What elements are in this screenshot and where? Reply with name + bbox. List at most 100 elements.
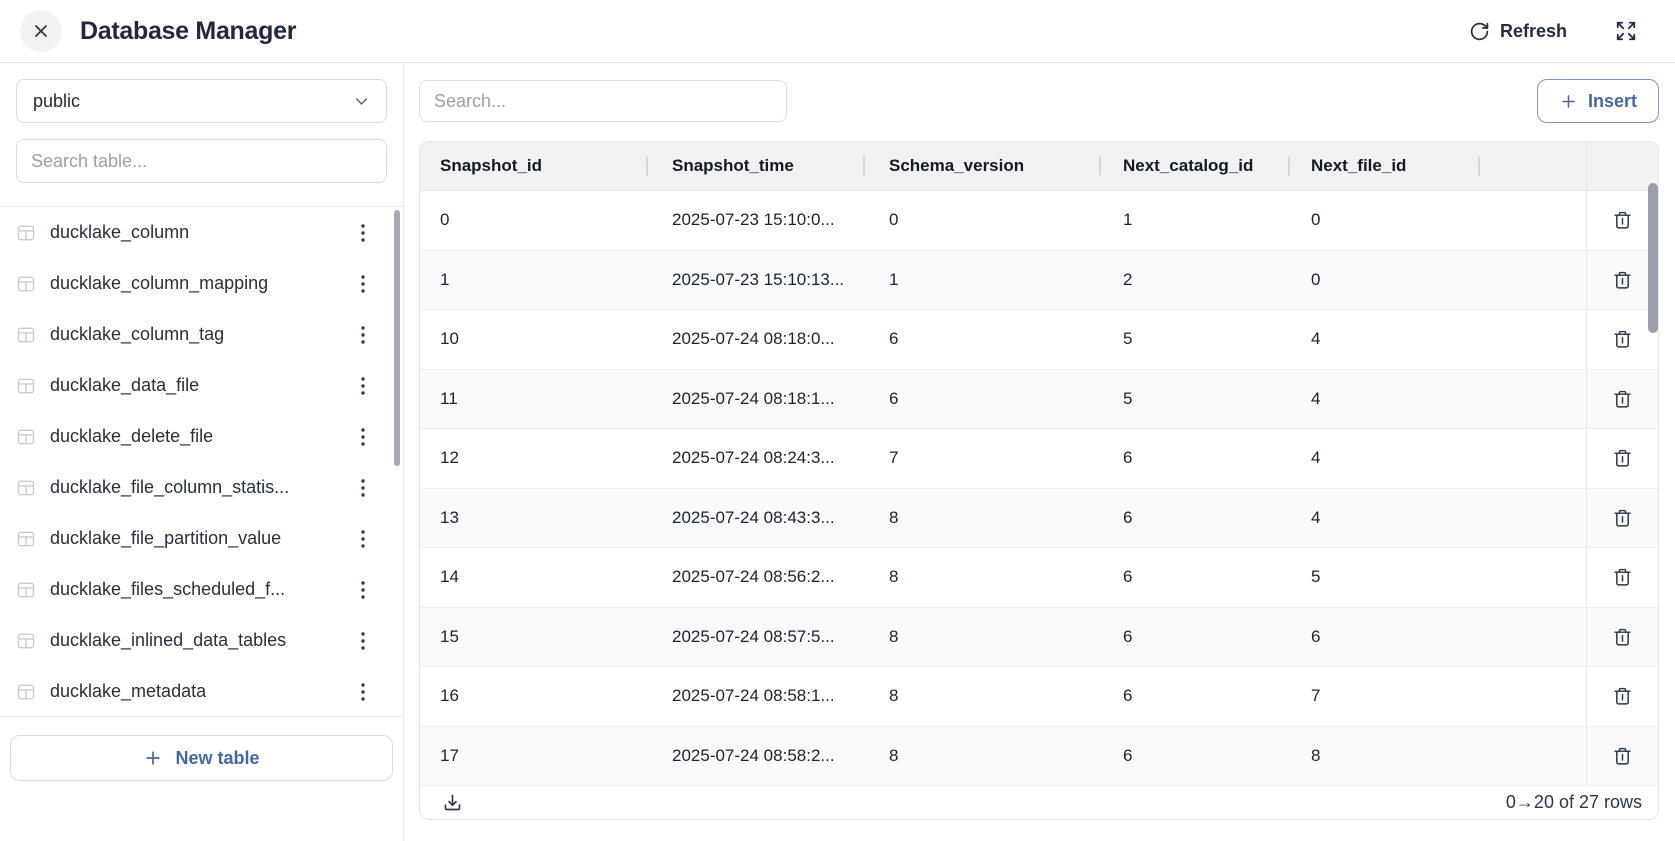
delete-row-button[interactable] [1608, 443, 1637, 473]
table-list-item[interactable]: ducklake_inlined_data_tables [0, 615, 403, 666]
cell-schema-version[interactable]: 8 [863, 489, 1099, 548]
delete-row-button[interactable] [1608, 324, 1637, 354]
refresh-button[interactable]: Refresh [1469, 21, 1567, 42]
cell-snapshot-id[interactable]: 1 [420, 251, 646, 310]
table-item-menu-button[interactable] [357, 681, 369, 703]
cell-schema-version[interactable]: 8 [863, 608, 1099, 667]
cell-next-file-id[interactable]: 5 [1288, 548, 1478, 607]
schema-selector[interactable]: public [16, 79, 387, 123]
cell-next-catalog-id[interactable]: 6 [1099, 489, 1288, 548]
cell-snapshot-time[interactable]: 2025-07-24 08:18:0... [646, 310, 863, 369]
cell-next-catalog-id[interactable]: 5 [1099, 370, 1288, 429]
table-item-menu-button[interactable] [357, 222, 369, 244]
cell-schema-version[interactable]: 8 [863, 548, 1099, 607]
cell-snapshot-id[interactable]: 10 [420, 310, 646, 369]
cell-snapshot-time[interactable]: 2025-07-23 15:10:13... [646, 251, 863, 310]
cell-next-catalog-id[interactable]: 6 [1099, 608, 1288, 667]
fullscreen-button[interactable] [1615, 20, 1637, 42]
table-item-menu-button[interactable] [357, 426, 369, 448]
cell-next-file-id[interactable]: 0 [1288, 251, 1478, 310]
cell-snapshot-id[interactable]: 13 [420, 489, 646, 548]
cell-next-file-id[interactable]: 8 [1288, 727, 1478, 786]
table-list-item[interactable]: ducklake_delete_file [0, 411, 403, 462]
table-icon [16, 529, 36, 549]
table-item-menu-button[interactable] [357, 528, 369, 550]
delete-row-button[interactable] [1608, 503, 1637, 533]
table-item-menu-button[interactable] [357, 375, 369, 397]
table-search-input[interactable] [16, 139, 387, 183]
delete-row-button[interactable] [1608, 384, 1637, 414]
kebab-icon [361, 530, 365, 548]
cell-schema-version[interactable]: 0 [863, 191, 1099, 250]
cell-snapshot-id[interactable]: 12 [420, 429, 646, 488]
cell-next-catalog-id[interactable]: 1 [1099, 191, 1288, 250]
export-button[interactable] [440, 790, 465, 815]
table-list-item[interactable]: ducklake_metadata [0, 666, 403, 717]
sidebar-scrollbar-thumb[interactable] [394, 210, 400, 466]
cell-next-catalog-id[interactable]: 6 [1099, 548, 1288, 607]
table-list-item[interactable]: ducklake_column [0, 207, 403, 258]
table-item-menu-button[interactable] [357, 630, 369, 652]
column-header-snapshot-id: Snapshot_id [420, 142, 646, 190]
table-item-menu-button[interactable] [357, 579, 369, 601]
cell-schema-version[interactable]: 6 [863, 370, 1099, 429]
table-item-menu-button[interactable] [357, 324, 369, 346]
cell-next-catalog-id[interactable]: 6 [1099, 667, 1288, 726]
delete-row-button[interactable] [1608, 265, 1637, 295]
cell-next-file-id[interactable]: 4 [1288, 489, 1478, 548]
download-icon [442, 792, 463, 813]
cell-snapshot-time[interactable]: 2025-07-24 08:18:1... [646, 370, 863, 429]
cell-next-file-id[interactable]: 4 [1288, 370, 1478, 429]
cell-next-file-id[interactable]: 7 [1288, 667, 1478, 726]
cell-schema-version[interactable]: 8 [863, 667, 1099, 726]
table-list-item[interactable]: ducklake_column_mapping [0, 258, 403, 309]
delete-row-button[interactable] [1608, 205, 1637, 235]
cell-snapshot-id[interactable]: 15 [420, 608, 646, 667]
delete-row-button[interactable] [1608, 562, 1637, 592]
insert-button[interactable]: Insert [1537, 79, 1659, 123]
cell-schema-version[interactable]: 1 [863, 251, 1099, 310]
cell-schema-version[interactable]: 8 [863, 727, 1099, 786]
table-list-item[interactable]: ducklake_file_column_statis... [0, 462, 403, 513]
close-button[interactable] [20, 10, 62, 52]
cell-snapshot-id[interactable]: 0 [420, 191, 646, 250]
new-table-button[interactable]: New table [10, 735, 393, 781]
delete-row-button[interactable] [1608, 681, 1637, 711]
cell-snapshot-time[interactable]: 2025-07-23 15:10:0... [646, 191, 863, 250]
cell-schema-version[interactable]: 6 [863, 310, 1099, 369]
cell-snapshot-time[interactable]: 2025-07-24 08:24:3... [646, 429, 863, 488]
cell-next-file-id[interactable]: 4 [1288, 429, 1478, 488]
kebab-icon [361, 326, 365, 344]
cell-next-file-id[interactable]: 6 [1288, 608, 1478, 667]
cell-next-file-id[interactable]: 4 [1288, 310, 1478, 369]
table-item-menu-button[interactable] [357, 273, 369, 295]
cell-snapshot-time[interactable]: 2025-07-24 08:58:1... [646, 667, 863, 726]
cell-snapshot-id[interactable]: 17 [420, 727, 646, 786]
cell-snapshot-id[interactable]: 16 [420, 667, 646, 726]
table-item-menu-button[interactable] [357, 477, 369, 499]
cell-schema-version[interactable]: 7 [863, 429, 1099, 488]
kebab-icon [361, 275, 365, 293]
cell-snapshot-time[interactable]: 2025-07-24 08:56:2... [646, 548, 863, 607]
delete-row-button[interactable] [1608, 741, 1637, 771]
cell-snapshot-time[interactable]: 2025-07-24 08:43:3... [646, 489, 863, 548]
table-list-item[interactable]: ducklake_files_scheduled_f... [0, 564, 403, 615]
table-list-item[interactable]: ducklake_column_tag [0, 309, 403, 360]
table-list-item[interactable]: ducklake_file_partition_value [0, 513, 403, 564]
cell-next-catalog-id[interactable]: 6 [1099, 727, 1288, 786]
column-header-next-catalog-id: Next_catalog_id [1099, 142, 1288, 190]
delete-row-button[interactable] [1608, 622, 1637, 652]
cell-next-catalog-id[interactable]: 6 [1099, 429, 1288, 488]
cell-next-catalog-id[interactable]: 2 [1099, 251, 1288, 310]
cell-spacer [1478, 608, 1586, 667]
cell-next-file-id[interactable]: 0 [1288, 191, 1478, 250]
cell-snapshot-id[interactable]: 11 [420, 370, 646, 429]
cell-snapshot-id[interactable]: 14 [420, 548, 646, 607]
cell-snapshot-time[interactable]: 2025-07-24 08:57:5... [646, 608, 863, 667]
table-scrollbar-thumb[interactable] [1648, 183, 1658, 333]
cell-snapshot-time[interactable]: 2025-07-24 08:58:2... [646, 727, 863, 786]
trash-icon [1612, 566, 1633, 588]
row-search-input[interactable] [419, 80, 787, 122]
cell-next-catalog-id[interactable]: 5 [1099, 310, 1288, 369]
table-list-item[interactable]: ducklake_data_file [0, 360, 403, 411]
